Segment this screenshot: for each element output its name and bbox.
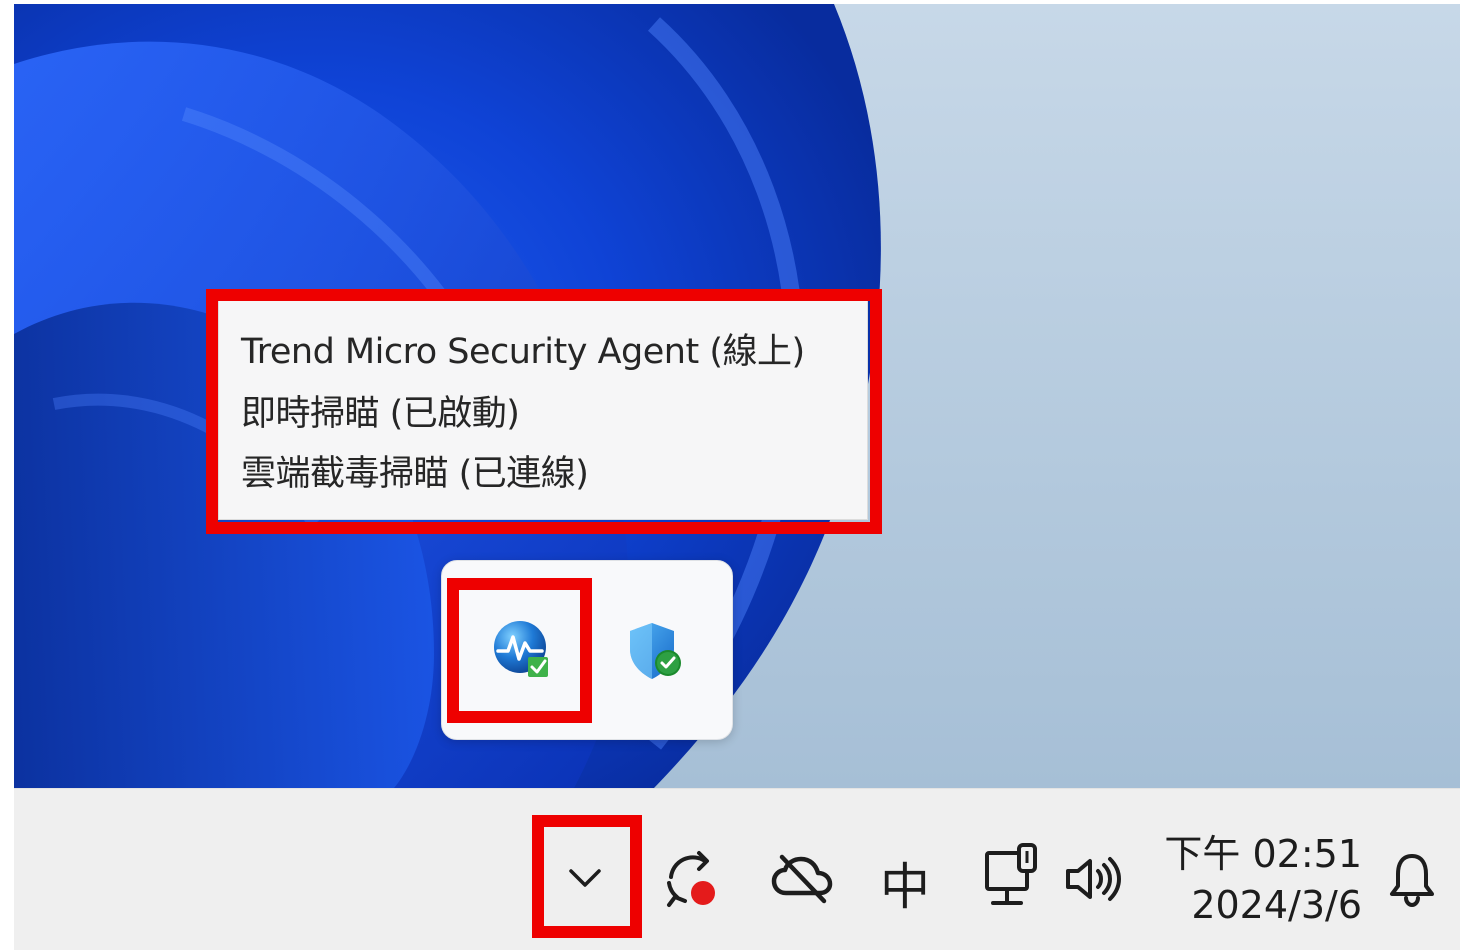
speaker-icon — [1066, 857, 1121, 901]
clock-date: 2024/3/6 — [1191, 883, 1362, 927]
trend-micro-agent-icon[interactable] — [490, 617, 554, 681]
input-method-indicator[interactable]: 中 — [880, 847, 930, 919]
show-hidden-icons-button[interactable] — [544, 829, 626, 929]
taskbar: 中 下午 02:51 2024/3/6 — [14, 788, 1460, 950]
clock-button[interactable]: 下午 02:51 2024/3/6 — [1164, 817, 1374, 937]
network-status-button[interactable] — [980, 841, 1042, 917]
trend-micro-tooltip: Trend Micro Security Agent (線上) 即時掃瞄 (已啟… — [218, 300, 868, 520]
hidden-icons-flyout — [441, 560, 733, 740]
windows-security-shield-icon[interactable] — [624, 619, 688, 683]
left-margin — [0, 0, 14, 950]
cloud-offline-icon — [771, 854, 833, 904]
bell-icon — [1390, 854, 1434, 908]
screen: Trend Micro Security Agent (線上) 即時掃瞄 (已啟… — [0, 0, 1460, 950]
tooltip-line-agent-status: Trend Micro Security Agent (線上) — [241, 332, 805, 372]
sync-status-button[interactable] — [656, 839, 726, 919]
tooltip-line-cloud-scan: 雲端截毒掃瞄 (已連線) — [241, 454, 589, 494]
network-wired-icon — [985, 843, 1037, 905]
chevron-up-icon — [569, 869, 601, 887]
clock-time: 下午 02:51 — [1164, 832, 1362, 876]
sync-error-icon — [667, 851, 715, 907]
notifications-button[interactable] — [1382, 847, 1442, 911]
onedrive-status-button[interactable] — [766, 843, 838, 915]
tooltip-line-realtime-scan: 即時掃瞄 (已啟動) — [241, 394, 520, 434]
volume-button[interactable] — [1060, 847, 1124, 911]
